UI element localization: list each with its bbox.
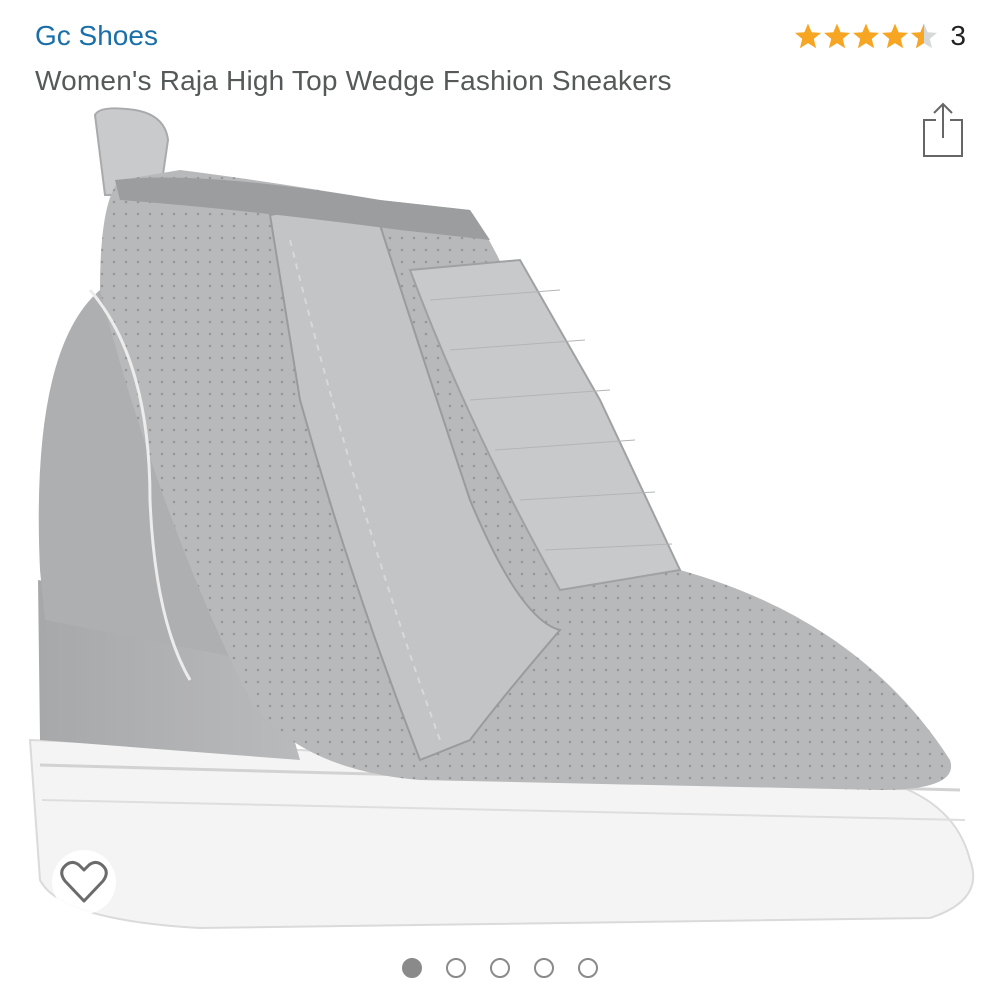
half-star-icon: [911, 23, 938, 49]
star-icon: [795, 23, 822, 49]
rating-count: 3: [950, 20, 966, 51]
star-icon: [824, 23, 851, 49]
carousel-dot[interactable]: [490, 958, 510, 978]
carousel-dot[interactable]: [402, 958, 422, 978]
carousel-dot[interactable]: [446, 958, 466, 978]
carousel-indicator: [0, 958, 1000, 978]
product-title: Women's Raja High Top Wedge Fashion Snea…: [35, 65, 672, 96]
star-icon: [882, 23, 909, 49]
star-rating: [795, 23, 938, 49]
brand-link[interactable]: Gc Shoes: [35, 20, 158, 52]
star-icon: [853, 23, 880, 49]
carousel-dot[interactable]: [578, 958, 598, 978]
rating-summary[interactable]: 3: [794, 20, 966, 52]
product-image[interactable]: [0, 100, 1000, 940]
heart-icon[interactable]: [52, 850, 116, 914]
carousel-dot[interactable]: [534, 958, 554, 978]
